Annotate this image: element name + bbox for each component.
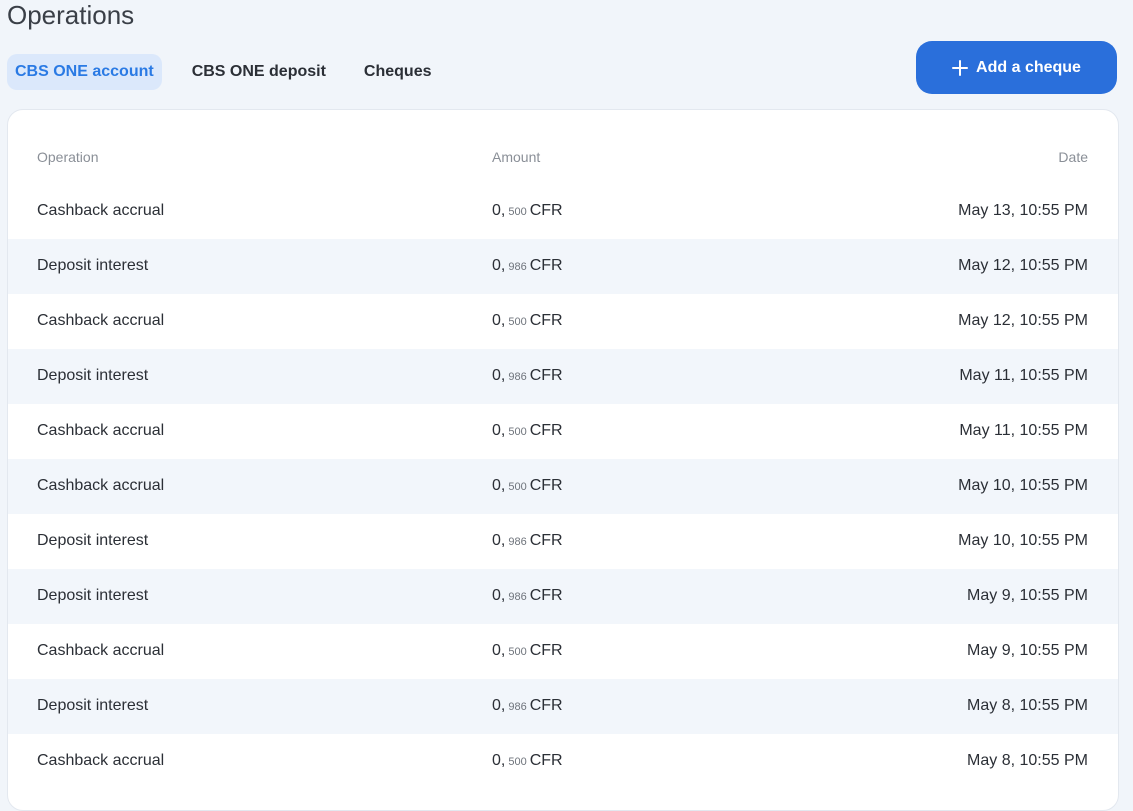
table-row[interactable]: Cashback accrual 0, 500 CFR May 9, 10:55 PM — [8, 624, 1118, 679]
amount-decimal: 500 — [508, 756, 527, 768]
table-row[interactable]: Cashback accrual 0, 500 CFR May 8, 10:55 PM — [8, 734, 1118, 789]
amount-currency: CFR — [529, 697, 563, 714]
amount-currency: CFR — [529, 367, 563, 384]
amount-currency: CFR — [529, 202, 563, 219]
header-amount: Amount — [492, 149, 541, 165]
row-operation: Deposit interest — [37, 367, 149, 384]
table-header: Operation Amount Date — [8, 140, 1118, 174]
row-date: May 12, 10:55 PM — [958, 257, 1088, 274]
row-operation: Cashback accrual — [37, 202, 165, 219]
amount-decimal: 986 — [508, 371, 527, 383]
row-operation: Cashback accrual — [37, 477, 165, 494]
amount-currency: CFR — [529, 642, 563, 659]
tab-cbs-one-account[interactable]: CBS ONE account — [7, 54, 162, 90]
table-row[interactable]: Cashback accrual 0, 500 CFR May 10, 10:55 PM — [8, 459, 1118, 514]
table-row[interactable]: Deposit interest 0, 986 CFR May 11, 10:55 PM — [8, 349, 1118, 404]
row-date: May 8, 10:55 PM — [967, 697, 1088, 714]
amount-decimal: 500 — [508, 646, 527, 658]
row-amount: 0, 500 CFR — [492, 202, 563, 221]
row-amount: 0, 500 CFR — [492, 312, 563, 331]
amount-integer: 0, — [492, 312, 506, 329]
row-date: May 11, 10:55 PM — [959, 422, 1088, 439]
amount-integer: 0, — [492, 697, 506, 714]
amount-integer: 0, — [492, 257, 506, 274]
tab-cbs-one-deposit[interactable]: CBS ONE deposit — [184, 54, 334, 90]
row-amount: 0, 500 CFR — [492, 642, 563, 661]
row-operation: Deposit interest — [37, 257, 149, 274]
amount-decimal: 500 — [508, 206, 527, 218]
row-date: May 8, 10:55 PM — [967, 752, 1088, 769]
row-amount: 0, 500 CFR — [492, 752, 563, 771]
amount-currency: CFR — [529, 532, 563, 549]
row-date: May 13, 10:55 PM — [958, 202, 1088, 219]
row-amount: 0, 986 CFR — [492, 587, 563, 606]
row-amount: 0, 986 CFR — [492, 367, 563, 386]
plus-icon — [952, 59, 969, 76]
row-date: May 11, 10:55 PM — [959, 367, 1088, 384]
amount-currency: CFR — [529, 312, 563, 329]
row-operation: Cashback accrual — [37, 422, 165, 439]
amount-decimal: 500 — [508, 316, 527, 328]
table-row[interactable]: Cashback accrual 0, 500 CFR May 13, 10:55 PM — [8, 184, 1118, 239]
row-amount: 0, 986 CFR — [492, 697, 563, 716]
table-row[interactable]: Deposit interest 0, 986 CFR May 12, 10:55 PM — [8, 239, 1118, 294]
table-body: Cashback accrual 0, 500 CFR May 13, 10:55 PM… — [8, 184, 1118, 789]
amount-integer: 0, — [492, 477, 506, 494]
amount-currency: CFR — [529, 752, 563, 769]
amount-integer: 0, — [492, 532, 506, 549]
row-operation: Deposit interest — [37, 587, 149, 604]
row-amount: 0, 500 CFR — [492, 422, 563, 441]
row-date: May 9, 10:55 PM — [967, 587, 1088, 604]
row-amount: 0, 986 CFR — [492, 532, 563, 551]
row-date: May 12, 10:55 PM — [958, 312, 1088, 329]
table-row[interactable]: Deposit interest 0, 986 CFR May 9, 10:55 PM — [8, 569, 1118, 624]
table-row[interactable]: Cashback accrual 0, 500 CFR May 12, 10:55 PM — [8, 294, 1118, 349]
row-amount: 0, 986 CFR — [492, 257, 563, 276]
tab-cheques[interactable]: Cheques — [356, 54, 440, 90]
row-operation: Deposit interest — [37, 697, 149, 714]
page-title: Operations — [7, 0, 135, 30]
tabs: CBS ONE account CBS ONE deposit Cheques — [7, 54, 440, 90]
row-operation: Cashback accrual — [37, 312, 165, 329]
table-row[interactable]: Deposit interest 0, 986 CFR May 8, 10:55 PM — [8, 679, 1118, 734]
amount-decimal: 986 — [508, 591, 527, 603]
amount-integer: 0, — [492, 587, 506, 604]
amount-currency: CFR — [529, 257, 563, 274]
amount-decimal: 986 — [508, 536, 527, 548]
amount-currency: CFR — [529, 422, 563, 439]
row-date: May 9, 10:55 PM — [967, 642, 1088, 659]
amount-integer: 0, — [492, 642, 506, 659]
operations-table: Operation Amount Date Cashback accrual 0,… — [7, 109, 1119, 811]
amount-integer: 0, — [492, 202, 506, 219]
amount-integer: 0, — [492, 752, 506, 769]
amount-currency: CFR — [529, 587, 563, 604]
amount-decimal: 500 — [508, 481, 527, 493]
table-row[interactable]: Cashback accrual 0, 500 CFR May 11, 10:55 PM — [8, 404, 1118, 459]
row-operation: Cashback accrual — [37, 752, 165, 769]
header-operation: Operation — [37, 149, 99, 165]
amount-decimal: 986 — [508, 701, 527, 713]
amount-decimal: 500 — [508, 426, 527, 438]
row-operation: Cashback accrual — [37, 642, 165, 659]
row-date: May 10, 10:55 PM — [958, 477, 1088, 494]
amount-integer: 0, — [492, 367, 506, 384]
header-date: Date — [1058, 149, 1088, 165]
row-operation: Deposit interest — [37, 532, 149, 549]
add-cheque-button[interactable]: Add a cheque — [916, 41, 1117, 94]
row-amount: 0, 500 CFR — [492, 477, 563, 496]
amount-currency: CFR — [529, 477, 563, 494]
amount-integer: 0, — [492, 422, 506, 439]
table-row[interactable]: Deposit interest 0, 986 CFR May 10, 10:55 PM — [8, 514, 1118, 569]
add-cheque-label: Add a cheque — [976, 58, 1081, 76]
amount-decimal: 986 — [508, 261, 527, 273]
row-date: May 10, 10:55 PM — [958, 532, 1088, 549]
